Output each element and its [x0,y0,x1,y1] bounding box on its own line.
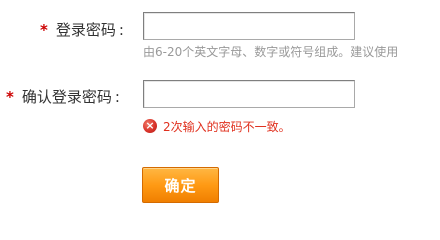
confirm-password-label-text: 确认登录密码 [21,88,112,106]
required-mark: * [6,88,14,106]
password-form: * 登录密码: 由6-20个英文字母、数字或符号组成。建议使用 * 确认登录密码: … [0,0,440,229]
password-hint: 由6-20个英文字母、数字或符号组成。建议使用 [143,45,399,59]
error-message: 2次输入的密码不一致。 [163,119,291,134]
password-label-text: 登录密码 [55,21,116,39]
required-mark: * [40,21,48,39]
label-colon: : [118,21,124,39]
password-input[interactable] [143,12,355,40]
confirm-password-error: × 2次输入的密码不一致。 [143,117,291,135]
confirm-button[interactable]: 确定 [142,167,219,203]
password-label: * 登录密码: [40,20,124,40]
label-colon: : [114,88,120,106]
confirm-password-input[interactable] [143,80,355,108]
error-circle-x-icon: × [143,119,157,133]
confirm-password-label: * 确认登录密码: [6,87,120,107]
